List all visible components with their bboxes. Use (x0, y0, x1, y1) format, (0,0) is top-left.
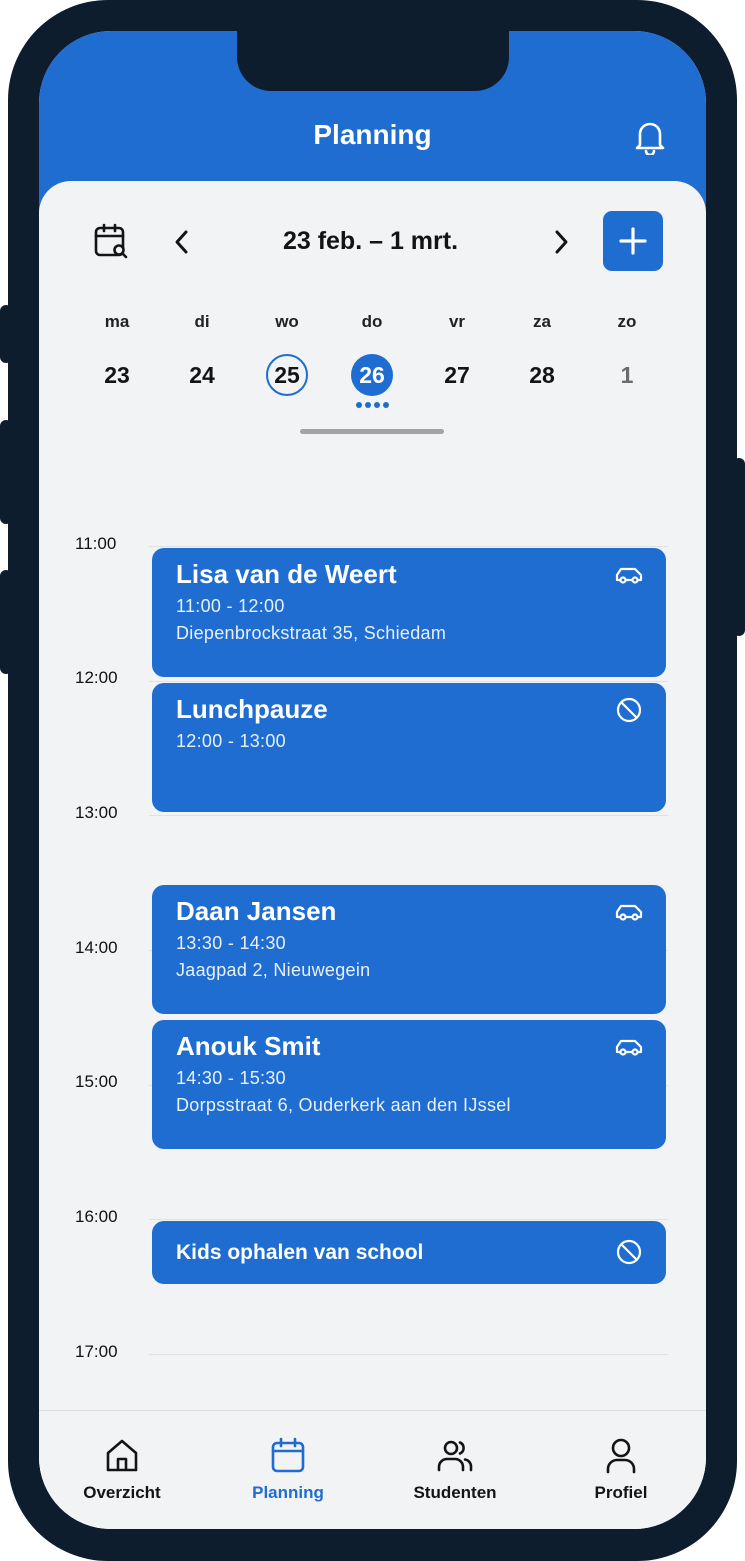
week-range-label: 23 feb. – 1 mrt. (282, 227, 459, 255)
event-time: 11:00 - 12:00 (176, 596, 285, 616)
event-address: Diepenbrockstraat 35, Schiedam (176, 623, 447, 643)
event-dots (337, 402, 407, 408)
tab-label: Overzicht (83, 1483, 161, 1502)
event-card[interactable]: Lisa van de Weert 11:00 - 12:00 Diepenbr… (152, 548, 666, 677)
day-name: do (361, 312, 383, 331)
time-label: 17:00 (75, 1342, 118, 1361)
event-address: Jaagpad 2, Nieuwegein (176, 960, 371, 980)
grid-line (149, 815, 668, 816)
drag-handle[interactable] (300, 429, 444, 434)
time-label: 16:00 (75, 1207, 118, 1226)
side-button-left-1 (0, 305, 12, 363)
day-number-selected: 26 (351, 354, 393, 396)
time-label: 13:00 (75, 803, 118, 822)
day-name: wo (275, 312, 299, 331)
event-time: 13:30 - 14:30 (176, 933, 286, 953)
bottom-nav: Overzicht Planning Studenten Profiel (39, 1410, 706, 1529)
tab-label: Planning (252, 1483, 324, 1502)
add-button[interactable] (603, 211, 663, 271)
day-name: zo (617, 312, 637, 331)
tab-label: Profiel (594, 1483, 648, 1502)
day-name: di (194, 312, 210, 331)
chevron-right-icon[interactable] (550, 227, 572, 257)
tab-label: Studenten (413, 1483, 497, 1502)
day-number: 23 (104, 362, 130, 388)
day-number: 28 (529, 362, 555, 388)
car-icon (615, 1039, 643, 1056)
time-label: 11:00 (75, 534, 117, 553)
page-title: Planning (313, 119, 432, 150)
users-icon (437, 1440, 473, 1472)
day-number: 24 (189, 362, 215, 388)
calendar-search-icon[interactable] (93, 223, 129, 259)
car-icon (615, 904, 643, 921)
home-icon (106, 1439, 138, 1472)
side-button-left-3 (0, 570, 12, 674)
car-icon (615, 567, 643, 584)
grid-line (149, 546, 668, 547)
day-number: 27 (444, 362, 470, 388)
event-time: 14:30 - 15:30 (176, 1068, 286, 1088)
chevron-left-icon[interactable] (171, 227, 193, 257)
plus-icon (619, 227, 647, 255)
blocked-icon (616, 697, 642, 723)
tab-studenten[interactable]: Studenten (395, 1411, 515, 1521)
event-address: Dorpsstraat 6, Ouderkerk aan den IJssel (176, 1095, 511, 1115)
side-button-right (733, 458, 745, 636)
day-name: za (533, 312, 551, 331)
event-card[interactable]: Lunchpauze 12:00 - 13:00 (152, 683, 666, 812)
notch (237, 31, 509, 91)
event-title: Kids ophalen van school (176, 1241, 424, 1264)
tab-profiel[interactable]: Profiel (561, 1411, 681, 1521)
tab-overzicht[interactable]: Overzicht (62, 1411, 182, 1521)
event-title: Lunchpauze (176, 694, 328, 724)
blocked-icon (616, 1239, 642, 1265)
time-label: 14:00 (75, 938, 118, 957)
event-title: Anouk Smit (176, 1031, 321, 1061)
time-label: 15:00 (75, 1072, 118, 1091)
grid-line (149, 1354, 668, 1355)
screen: Planning 23 feb. – 1 mrt. ma 23 di 24 wo… (39, 31, 706, 1529)
time-label: 12:00 (75, 668, 118, 687)
event-card[interactable]: Daan Jansen 13:30 - 14:30 Jaagpad 2, Nie… (152, 885, 666, 1014)
side-button-left-2 (0, 420, 12, 524)
day-number: 1 (620, 362, 634, 388)
day-name: vr (448, 312, 466, 331)
event-title: Daan Jansen (176, 896, 337, 926)
event-card[interactable]: Kids ophalen van school (152, 1221, 666, 1284)
bell-icon[interactable] (633, 119, 667, 155)
calendar-icon (271, 1437, 305, 1473)
event-title: Lisa van de Weert (176, 559, 397, 589)
tab-planning[interactable]: Planning (228, 1411, 348, 1521)
day-name: ma (104, 312, 130, 331)
event-time: 12:00 - 13:00 (176, 731, 286, 751)
grid-line (149, 681, 668, 682)
user-icon (606, 1438, 636, 1474)
day-number-today: 25 (266, 354, 308, 396)
grid-line (149, 1219, 668, 1220)
event-card[interactable]: Anouk Smit 14:30 - 15:30 Dorpsstraat 6, … (152, 1020, 666, 1149)
